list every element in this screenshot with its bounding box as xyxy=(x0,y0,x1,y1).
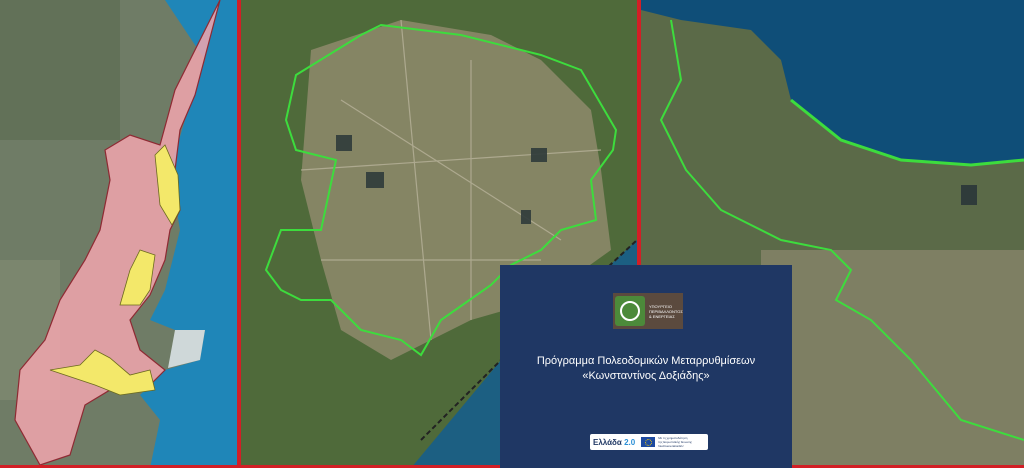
facility-marker-coast xyxy=(961,185,977,205)
programme-title: Πρόγραμμα Πολεοδομικών Μεταρρυθμίσεων xyxy=(536,355,756,367)
funding-footer: Ελλάδα 2.0 Με τη χρηματοδότηση της Ευρωπ… xyxy=(590,434,708,450)
ministry-emblem-icon xyxy=(615,296,645,326)
map-panel-zoning xyxy=(0,0,237,468)
programme-card: ΥΠΟΥΡΓΕΙΟ ΠΕΡΙΒΑΛΛΟΝΤΟΣ & ΕΝΕΡΓΕΙΑΣ Πρόγ… xyxy=(500,265,792,468)
ministry-logo: ΥΠΟΥΡΓΕΙΟ ΠΕΡΙΒΑΛΛΟΝΤΟΣ & ΕΝΕΡΓΕΙΑΣ xyxy=(613,293,683,329)
zoning-map xyxy=(0,0,237,468)
eu-flag-icon xyxy=(641,437,656,447)
greece-2-logo: Ελλάδα 2.0 xyxy=(593,438,635,447)
greece-label: Ελλάδα xyxy=(593,437,622,447)
greece-version: 2.0 xyxy=(624,437,636,447)
eu-line-3: NextGenerationEU xyxy=(658,444,684,448)
eu-funding-text: Με τη χρηματοδότηση της Ευρωπαϊκής Ένωση… xyxy=(658,436,692,448)
ministry-line-3: & ΕΝΕΡΓΕΙΑΣ xyxy=(649,313,675,319)
ministry-name: ΥΠΟΥΡΓΕΙΟ ΠΕΡΙΒΑΛΛΟΝΤΟΣ & ΕΝΕΡΓΕΙΑΣ xyxy=(649,304,683,319)
settlement-area xyxy=(761,250,1024,468)
programme-subtitle: «Κωνσταντίνος Δοξιάδης» xyxy=(582,370,710,382)
ministry-line-2: ΠΕΡΙΒΑΛΛΟΝΤΟΣ xyxy=(649,308,683,314)
